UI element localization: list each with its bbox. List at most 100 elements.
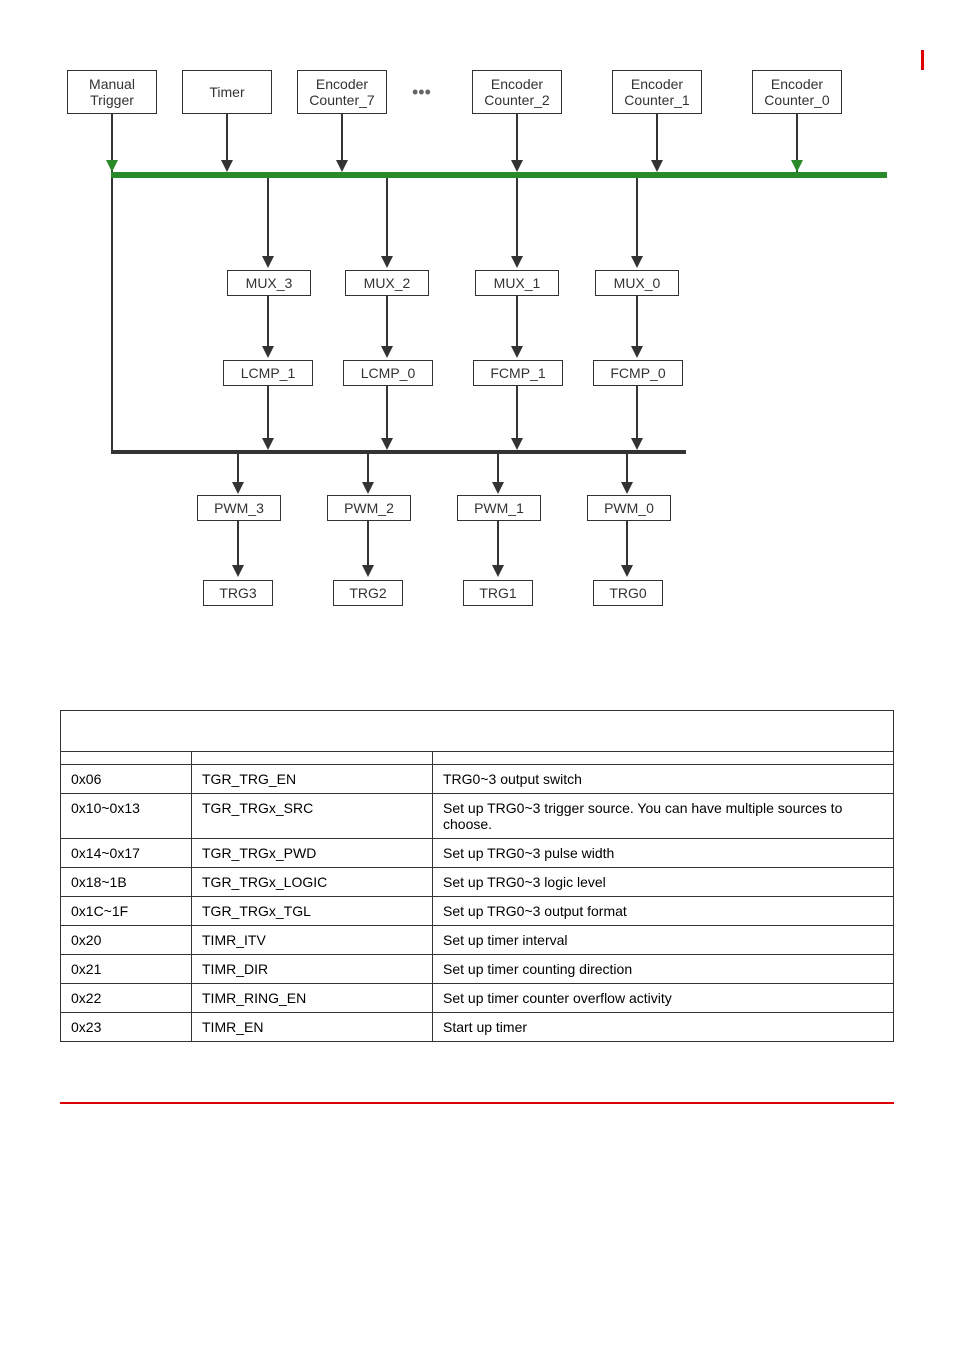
table-row: 0x06TGR_TRG_ENTRG0~3 output switch <box>61 765 894 794</box>
cell-desc: TRG0~3 output switch <box>433 765 894 794</box>
connector-line <box>516 114 518 160</box>
arrow-down-icon <box>492 482 504 494</box>
connector-line <box>386 386 388 438</box>
connector-line <box>516 386 518 438</box>
arrow-down-icon <box>381 346 393 358</box>
cell-desc: Set up timer interval <box>433 926 894 955</box>
block-trg3: TRG3 <box>203 580 273 606</box>
block-label: MUX_0 <box>614 275 661 291</box>
connector-line <box>516 296 518 346</box>
block-label: MUX_3 <box>246 275 293 291</box>
connector-line <box>267 386 269 438</box>
block-label: LCMP_0 <box>361 365 415 381</box>
cell-name: TIMR_EN <box>192 1013 433 1042</box>
block-label: Counter_7 <box>309 92 374 108</box>
cell-name: TIMR_DIR <box>192 955 433 984</box>
arrow-down-icon <box>362 482 374 494</box>
table-header-id <box>61 752 192 765</box>
table-row: 0x10~0x13TGR_TRGx_SRCSet up TRG0~3 trigg… <box>61 794 894 839</box>
bus-line <box>111 450 686 454</box>
block-label: TRG2 <box>349 585 386 601</box>
block-label: TRG1 <box>479 585 516 601</box>
cell-id: 0x22 <box>61 984 192 1013</box>
block-label: Counter_2 <box>484 92 549 108</box>
cell-name: TGR_TRG_EN <box>192 765 433 794</box>
cell-id: 0x10~0x13 <box>61 794 192 839</box>
block-label: PWM_2 <box>344 500 394 516</box>
block-trg1: TRG1 <box>463 580 533 606</box>
table-row: 0x18~1BTGR_TRGx_LOGICSet up TRG0~3 logic… <box>61 868 894 897</box>
arrow-down-icon <box>511 160 523 172</box>
arrow-down-icon <box>631 256 643 268</box>
cell-id: 0x06 <box>61 765 192 794</box>
connector-line <box>636 178 638 256</box>
arrow-down-icon <box>232 565 244 577</box>
arrow-down-icon <box>262 438 274 450</box>
table-title <box>61 711 894 752</box>
arrow-down-icon <box>651 160 663 172</box>
block-label: TRG0 <box>609 585 646 601</box>
connector-line <box>386 178 388 256</box>
cell-desc: Set up timer counting direction <box>433 955 894 984</box>
connector-line <box>656 114 658 160</box>
connector-line <box>636 296 638 346</box>
arrow-down-icon <box>106 160 118 172</box>
block-mux-1: MUX_1 <box>475 270 559 296</box>
arrow-down-icon <box>362 565 374 577</box>
table-row: 0x14~0x17TGR_TRGx_PWDSet up TRG0~3 pulse… <box>61 839 894 868</box>
cell-desc: Set up timer counter overflow activity <box>433 984 894 1013</box>
block-label: Encoder <box>491 76 543 92</box>
connector-line <box>386 296 388 346</box>
block-encoder-counter-7: Encoder Counter_7 <box>297 70 387 114</box>
block-label: Encoder <box>631 76 683 92</box>
connector-line <box>626 521 628 565</box>
cell-name: TGR_TRGx_TGL <box>192 897 433 926</box>
table-row: 0x20TIMR_ITVSet up timer interval <box>61 926 894 955</box>
block-fcmp-0: FCMP_0 <box>593 360 683 386</box>
connector-line <box>226 114 228 160</box>
connector-line <box>497 521 499 565</box>
arrow-down-icon <box>511 346 523 358</box>
block-lcmp-0: LCMP_0 <box>343 360 433 386</box>
block-label: MUX_2 <box>364 275 411 291</box>
block-manual-trigger: Manual Trigger <box>67 70 157 114</box>
connector-line <box>516 178 518 256</box>
table-row: 0x1C~1FTGR_TRGx_TGLSet up TRG0~3 output … <box>61 897 894 926</box>
block-pwm-2: PWM_2 <box>327 495 411 521</box>
connector-line <box>626 454 628 482</box>
block-timer: Timer <box>182 70 272 114</box>
block-label: Trigger <box>90 92 134 108</box>
block-label: PWM_3 <box>214 500 264 516</box>
block-encoder-counter-2: Encoder Counter_2 <box>472 70 562 114</box>
bus-line <box>111 172 887 178</box>
table-header-desc <box>433 752 894 765</box>
arrow-down-icon <box>621 565 633 577</box>
connector-line <box>267 296 269 346</box>
block-pwm-1: PWM_1 <box>457 495 541 521</box>
block-mux-3: MUX_3 <box>227 270 311 296</box>
table-row: 0x21TIMR_DIRSet up timer counting direct… <box>61 955 894 984</box>
block-pwm-0: PWM_0 <box>587 495 671 521</box>
block-label: Counter_0 <box>764 92 829 108</box>
cell-desc: Set up TRG0~3 pulse width <box>433 839 894 868</box>
cell-id: 0x21 <box>61 955 192 984</box>
block-label: LCMP_1 <box>241 365 295 381</box>
connector-line <box>367 521 369 565</box>
table-row: 0x23TIMR_ENStart up timer <box>61 1013 894 1042</box>
cell-name: TIMR_ITV <box>192 926 433 955</box>
block-trg2: TRG2 <box>333 580 403 606</box>
block-label: TRG3 <box>219 585 256 601</box>
arrow-down-icon <box>381 256 393 268</box>
cell-name: TGR_TRGx_SRC <box>192 794 433 839</box>
cell-id: 0x18~1B <box>61 868 192 897</box>
arrow-down-icon <box>621 482 633 494</box>
block-label: Encoder <box>771 76 823 92</box>
arrow-down-icon <box>631 438 643 450</box>
cell-id: 0x23 <box>61 1013 192 1042</box>
cell-desc: Set up TRG0~3 logic level <box>433 868 894 897</box>
connector-line <box>237 454 239 482</box>
block-fcmp-1: FCMP_1 <box>473 360 563 386</box>
connector-line <box>111 178 113 453</box>
block-label: Counter_1 <box>624 92 689 108</box>
block-label: PWM_1 <box>474 500 524 516</box>
